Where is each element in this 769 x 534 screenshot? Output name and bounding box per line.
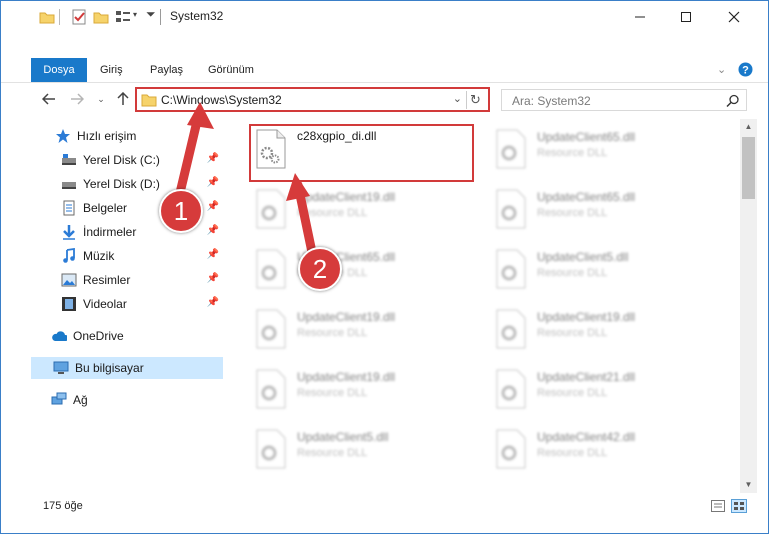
arrow-2-head <box>286 173 310 201</box>
callout-badge-2: 2 <box>298 247 342 291</box>
annotation-arrows <box>174 102 318 262</box>
callout-badge-1: 1 <box>159 189 203 233</box>
arrow-1-head <box>187 102 214 129</box>
file-explorer-window: ▾ ⏷ System32 Dosya Giriş Paylaş Görünüm … <box>0 0 769 534</box>
